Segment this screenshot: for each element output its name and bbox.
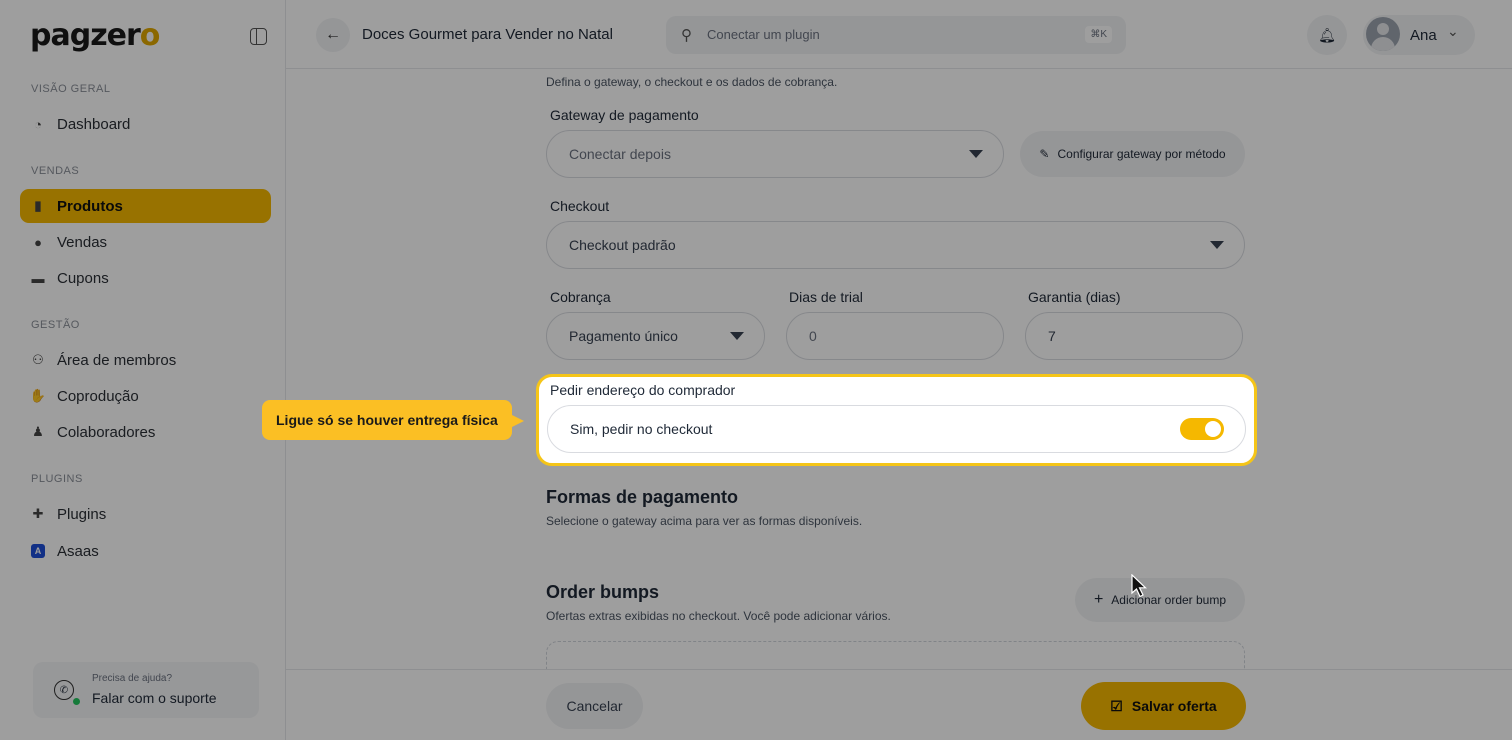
sidebar-item-coupons[interactable]: ▬ Cupons [20,261,271,295]
ticket-icon: ▬ [31,270,45,286]
checkout-select-value: Checkout padrão [569,237,676,253]
products-icon: ▮ [34,198,42,213]
support-card[interactable]: ✆ Precisa de ajuda? Falar com o suporte [33,662,259,718]
user-menu[interactable]: Ana ⌄ [1363,15,1475,55]
sidebar-item-dashboard[interactable]: ◔ Dashboard [20,107,271,141]
configure-gateway-label: Configurar gateway por método [1057,147,1226,161]
arrow-left-icon: ← [325,26,341,43]
billing-select[interactable]: Pagamento único [546,312,765,360]
sidebar-item-label: Produtos [57,197,123,215]
warranty-days-input[interactable]: 7 [1025,312,1243,360]
add-order-bump-button[interactable]: + Adicionar order bump [1075,578,1245,622]
check-circle-icon: ☑ [1110,697,1123,714]
chart-pie-icon: ◔ [34,116,42,132]
page-title: Doces Gourmet para Vender no Natal [362,26,613,43]
puzzle-icon: ✚ [32,506,44,521]
online-status-dot [73,698,80,705]
section-description: Defina o gateway, o checkout e os dados … [546,75,838,89]
add-order-bump-label: Adicionar order bump [1111,593,1227,607]
payment-methods-title: Formas de pagamento [546,487,739,507]
sidebar-item-label: Área de membros [57,351,177,369]
sidebar-item-label: Vendas [57,233,108,251]
logo-accent: o [139,18,161,53]
caret-down-icon [730,332,744,340]
search-input[interactable]: ⚲ Conectar um plugin ⌘K [666,16,1126,54]
caret-down-icon [969,150,983,158]
sidebar-item-sales[interactable]: ● Vendas [20,225,271,259]
gateway-select-value: Conectar depois [569,146,671,162]
address-request-highlight: Pedir endereço do comprador Sim, pedir n… [536,374,1257,466]
form-footer: Cancelar ☑ Salvar oferta [286,669,1512,740]
address-request-toggle-text: Sim, pedir no checkout [570,421,713,437]
sidebar-collapse-icon[interactable] [250,28,267,45]
checkout-label: Checkout [550,198,610,214]
payment-methods-description: Selecione o gateway acima para ver as fo… [546,514,863,528]
address-request-toggle[interactable] [1180,418,1224,440]
whatsapp-icon: ✆ [54,680,74,700]
chevron-down-icon: ⌄ [1447,23,1459,39]
checkout-select[interactable]: Checkout padrão [546,221,1245,269]
support-link[interactable]: Falar com o suporte [92,690,217,706]
logo[interactable]: pagzero [30,18,161,53]
warranty-label: Garantia (dias) [1028,289,1121,305]
sidebar-item-members[interactable]: ⚇ Área de membros [20,343,271,377]
top-header: ← Doces Gourmet para Vender no Natal ⚲ C… [286,0,1512,69]
pencil-icon: ✎ [1039,147,1050,161]
offer-form: Defina o gateway, o checkout e os dados … [286,69,1512,681]
order-bumps-title: Order bumps [546,582,660,602]
order-bumps-description: Ofertas extras exibidas no checkout. Voc… [546,609,891,623]
user-name: Ana [1410,27,1437,44]
address-request-row[interactable]: Sim, pedir no checkout [547,405,1246,453]
toggle-knob [1205,421,1221,437]
save-offer-label: Salvar oferta [1131,698,1217,714]
sidebar-item-asaas[interactable]: A Asaas [20,534,271,568]
search-shortcut-badge: ⌘K [1085,26,1112,43]
configure-gateway-button[interactable]: ✎ Configurar gateway por método [1020,131,1245,177]
tutorial-tooltip: Ligue só se houver entrega física [262,400,524,440]
user-icon: ♟ [32,424,44,439]
sidebar-item-plugins[interactable]: ✚ Plugins [20,497,271,531]
billing-select-value: Pagamento único [569,328,678,344]
bell-icon: 🔔︎ [1318,26,1336,43]
billing-label: Cobrança [550,289,611,305]
sidebar-item-products[interactable]: ▮ Produtos [20,189,271,223]
plus-icon: + [1093,591,1104,608]
section-label-management: GESTÃO [31,319,80,331]
sidebar-item-collaborators[interactable]: ♟ Colaboradores [20,415,271,449]
gateway-label: Gateway de pagamento [550,107,699,123]
address-request-label: Pedir endereço do comprador [550,382,736,398]
caret-down-icon [1210,241,1224,249]
section-label-overview: VISÃO GERAL [31,83,111,95]
asaas-logo-icon: A [31,544,45,558]
gateway-select[interactable]: Conectar depois [546,130,1004,178]
trial-label: Dias de trial [789,289,863,305]
users-icon: ⚇ [32,352,44,367]
sidebar: pagzero VISÃO GERAL ◔ Dashboard VENDAS ▮… [0,0,286,740]
sidebar-item-label: Cupons [57,269,109,287]
sidebar-item-coproduction[interactable]: ✋ Coprodução [20,379,271,413]
handshake-icon: ✋ [29,388,47,403]
search-placeholder: Conectar um plugin [707,27,820,42]
sidebar-item-label: Coprodução [57,387,139,405]
mouse-cursor-icon [1131,574,1148,598]
cancel-button[interactable]: Cancelar [546,683,643,729]
support-question: Precisa de ajuda? [92,673,173,684]
search-icon: ⚲ [681,27,692,44]
sidebar-item-label: Dashboard [57,115,131,133]
section-label-plugins: PLUGINS [31,473,83,485]
save-offer-button[interactable]: ☑ Salvar oferta [1081,682,1246,730]
sidebar-item-label: Colaboradores [57,423,156,441]
hand-money-icon: ● [34,234,42,250]
logo-text: pagzer [30,18,141,53]
section-label-sales: VENDAS [31,165,80,177]
sidebar-item-label: Plugins [57,505,107,523]
sidebar-item-label: Asaas [57,542,99,560]
avatar [1366,17,1400,51]
trial-days-input[interactable]: 0 [786,312,1004,360]
notifications-button[interactable]: 🔔︎ [1307,15,1347,55]
back-button[interactable]: ← [316,18,350,52]
